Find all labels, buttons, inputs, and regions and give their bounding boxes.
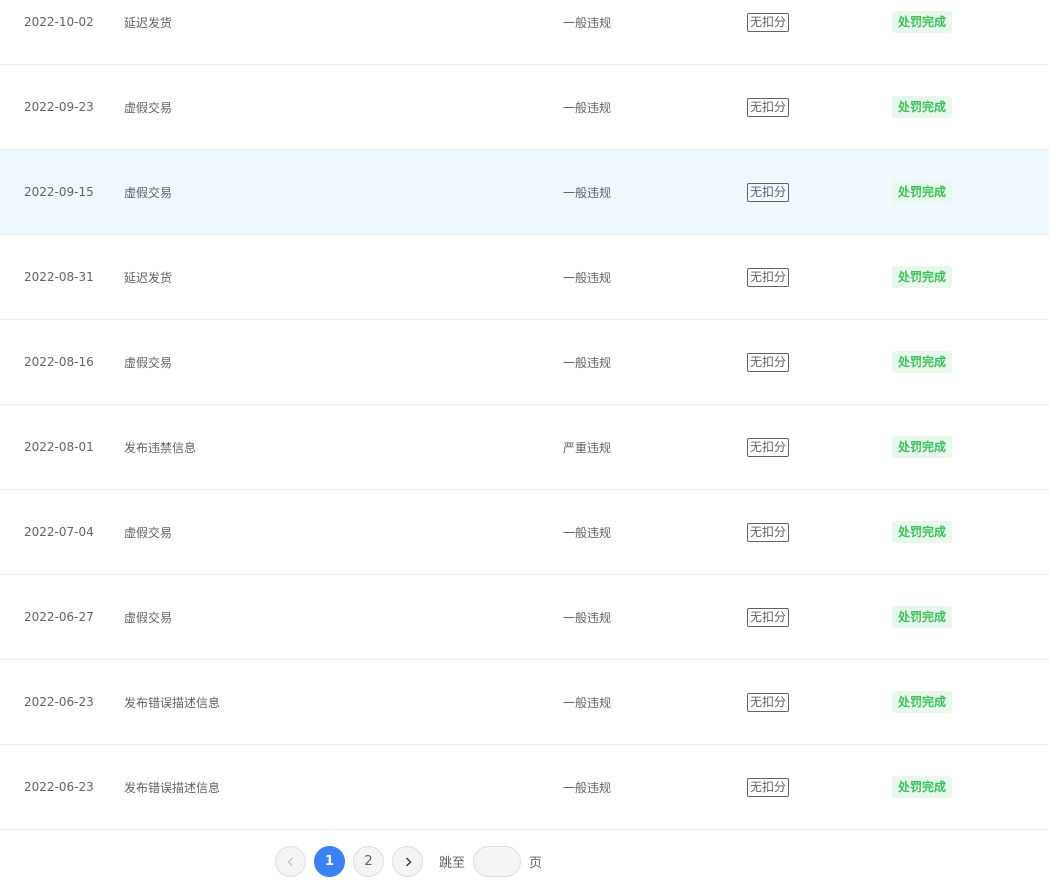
status-cell: 处罚完成	[892, 405, 953, 489]
table-row: 2022-07-04 虚假交易 一般违规 无扣分 处罚完成	[0, 490, 1049, 575]
deduction-cell: 无扣分	[747, 490, 790, 574]
table-row: 2022-09-15 虚假交易 一般违规 无扣分 处罚完成	[0, 150, 1049, 235]
deduction-badge: 无扣分	[747, 12, 790, 32]
deduction-cell: 无扣分	[747, 150, 790, 234]
chevron-left-icon	[287, 857, 293, 866]
table-row: 2022-09-23 虚假交易 一般违规 无扣分 处罚完成	[0, 65, 1049, 150]
status-cell: 处罚完成	[892, 660, 953, 744]
violation-reason: 虚假交易	[124, 525, 173, 540]
violation-date: 2022-07-04	[24, 525, 94, 539]
status-cell: 处罚完成	[892, 65, 953, 149]
deduction-cell: 无扣分	[747, 745, 790, 829]
deduction-badge: 无扣分	[747, 352, 790, 372]
status-cell: 处罚完成	[892, 235, 953, 319]
violation-level: 一般违规	[563, 780, 612, 795]
violation-date: 2022-08-16	[24, 355, 94, 369]
violation-level: 一般违规	[563, 185, 612, 200]
table-row: 2022-08-01 发布违禁信息 严重违规 无扣分 处罚完成	[0, 405, 1049, 490]
status-badge: 处罚完成	[892, 521, 953, 543]
deduction-badge: 无扣分	[747, 182, 790, 202]
status-badge: 处罚完成	[892, 606, 953, 628]
violation-level: 一般违规	[563, 525, 612, 540]
violation-reason: 发布错误描述信息	[124, 780, 221, 795]
violation-records-table: 2022-10-02 延迟发货 一般违规 无扣分 处罚完成 2022-09-23…	[0, 0, 1049, 830]
status-badge: 处罚完成	[892, 691, 953, 713]
jump-page-input[interactable]	[473, 846, 522, 877]
violation-level: 一般违规	[563, 270, 612, 285]
violation-level: 一般违规	[563, 695, 612, 710]
table-row: 2022-08-31 延迟发货 一般违规 无扣分 处罚完成	[0, 235, 1049, 320]
page-suffix-label: 页	[529, 856, 543, 871]
status-badge: 处罚完成	[892, 351, 953, 373]
deduction-cell: 无扣分	[747, 320, 790, 404]
deduction-cell: 无扣分	[747, 575, 790, 659]
prev-page-button[interactable]	[275, 846, 306, 877]
jump-to-label: 跳至	[439, 856, 466, 871]
violation-level: 一般违规	[563, 15, 612, 30]
deduction-cell: 无扣分	[747, 235, 790, 319]
deduction-cell: 无扣分	[747, 660, 790, 744]
deduction-badge: 无扣分	[747, 97, 790, 117]
table-row: 2022-10-02 延迟发货 一般违规 无扣分 处罚完成	[0, 0, 1049, 65]
status-badge: 处罚完成	[892, 436, 953, 458]
violation-date: 2022-08-01	[24, 440, 94, 454]
table-row: 2022-06-23 发布错误描述信息 一般违规 无扣分 处罚完成	[0, 660, 1049, 745]
status-badge: 处罚完成	[892, 96, 953, 118]
violation-level: 一般违规	[563, 610, 612, 625]
violation-date: 2022-10-02	[24, 15, 94, 29]
status-badge: 处罚完成	[892, 776, 953, 798]
violation-reason: 虚假交易	[124, 185, 173, 200]
violation-reason: 发布违禁信息	[124, 440, 197, 455]
violation-reason: 虚假交易	[124, 355, 173, 370]
violation-date: 2022-09-15	[24, 185, 94, 199]
table-row: 2022-08-16 虚假交易 一般违规 无扣分 处罚完成	[0, 320, 1049, 405]
status-cell: 处罚完成	[892, 745, 953, 829]
status-cell: 处罚完成	[892, 150, 953, 234]
status-cell: 处罚完成	[892, 490, 953, 574]
violation-reason: 虚假交易	[124, 610, 173, 625]
chevron-right-icon	[405, 857, 411, 866]
violation-date: 2022-08-31	[24, 270, 94, 284]
violation-date: 2022-06-23	[24, 780, 94, 794]
status-badge: 处罚完成	[892, 11, 953, 33]
violation-reason: 发布错误描述信息	[124, 695, 221, 710]
table-row: 2022-06-23 发布错误描述信息 一般违规 无扣分 处罚完成	[0, 745, 1049, 830]
violation-level: 一般违规	[563, 355, 612, 370]
page-button-1[interactable]: 1	[314, 846, 345, 877]
violation-reason: 延迟发货	[124, 15, 173, 30]
status-badge: 处罚完成	[892, 266, 953, 288]
deduction-cell: 无扣分	[747, 405, 790, 489]
next-page-button[interactable]	[392, 846, 423, 877]
violation-level: 一般违规	[563, 100, 612, 115]
violation-reason: 虚假交易	[124, 100, 173, 115]
pagination: 1 2 跳至 页	[275, 845, 550, 878]
table-row: 2022-06-27 虚假交易 一般违规 无扣分 处罚完成	[0, 575, 1049, 660]
status-cell: 处罚完成	[892, 575, 953, 659]
deduction-cell: 无扣分	[747, 0, 790, 44]
deduction-badge: 无扣分	[747, 692, 790, 712]
violation-date: 2022-06-23	[24, 695, 94, 709]
deduction-badge: 无扣分	[747, 607, 790, 627]
violation-date: 2022-09-23	[24, 100, 94, 114]
deduction-badge: 无扣分	[747, 777, 790, 797]
violation-reason: 延迟发货	[124, 270, 173, 285]
deduction-badge: 无扣分	[747, 437, 790, 457]
deduction-cell: 无扣分	[747, 65, 790, 149]
violation-level: 严重违规	[563, 440, 612, 455]
deduction-badge: 无扣分	[747, 267, 790, 287]
status-cell: 处罚完成	[892, 320, 953, 404]
violation-date: 2022-06-27	[24, 610, 94, 624]
deduction-badge: 无扣分	[747, 522, 790, 542]
status-cell: 处罚完成	[892, 0, 953, 44]
status-badge: 处罚完成	[892, 181, 953, 203]
page-button-2[interactable]: 2	[353, 846, 384, 877]
